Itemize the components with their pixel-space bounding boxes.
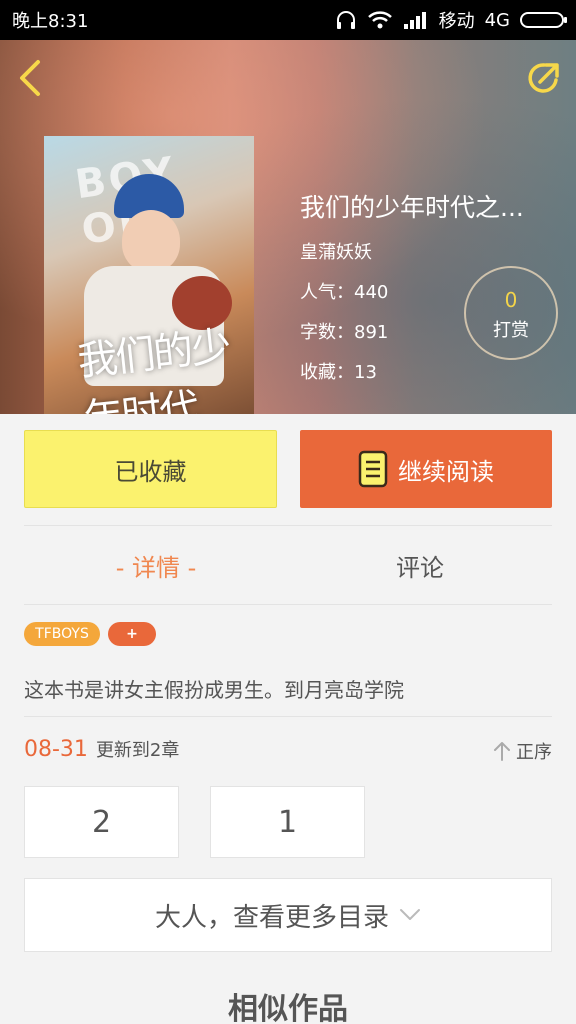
continue-reading-button[interactable]: 继续阅读 [300, 430, 552, 508]
chevron-down-icon [400, 909, 420, 920]
wifi-icon [367, 11, 392, 29]
add-tag-button[interactable]: + [108, 622, 156, 646]
signal-icon [403, 12, 426, 29]
tip-count: 0 [504, 288, 518, 312]
book-cover[interactable]: BOY OD 我们的少年时代 [44, 136, 254, 414]
back-arrow-icon[interactable] [14, 58, 48, 98]
book-description: 这本书是讲女主假扮成男生。到月亮岛学院 [24, 678, 404, 702]
chapter-button[interactable]: 1 [210, 786, 365, 858]
cover-title-art: 我们的少年时代 [75, 323, 232, 414]
status-time: 晚上8:31 [12, 11, 89, 32]
book-header: BOY OD 我们的少年时代 我们的少年时代之... 皇蒲妖妖 人气：440 字… [0, 40, 576, 414]
tip-label: 打赏 [493, 320, 529, 341]
divider [24, 716, 552, 717]
more-catalog-label: 大人，查看更多目录 [154, 902, 389, 933]
sort-order-label: 正序 [516, 742, 552, 763]
arrow-up-icon [494, 742, 510, 761]
book-author[interactable]: 皇蒲妖妖 [300, 238, 552, 264]
update-info: 08-31 更新到2章 [24, 736, 179, 762]
status-icons: 移动 4G [335, 7, 567, 33]
headphones-icon [336, 11, 355, 29]
chapter-button[interactable]: 2 [24, 786, 179, 858]
status-bar: 晚上8:31 移动 4G [0, 0, 576, 40]
update-date: 08-31 [24, 737, 88, 762]
more-catalog-button[interactable]: 大人，查看更多目录 [24, 878, 552, 952]
carrier-label: 移动 [438, 11, 475, 32]
sort-order-button[interactable]: 正序 [492, 738, 552, 764]
network-label: 4G [484, 9, 510, 31]
cover-face [122, 210, 180, 272]
tag-tfboys[interactable]: TFBOYS [24, 622, 100, 646]
favorited-button[interactable]: 已收藏 [24, 430, 277, 508]
similar-works-heading: 相似作品 [228, 992, 348, 1024]
battery-icon [520, 12, 567, 28]
tab-comment[interactable]: 评论 [288, 526, 552, 604]
tip-button[interactable]: 0 打赏 [464, 266, 558, 360]
share-icon[interactable] [524, 58, 564, 98]
update-text: 更新到2章 [95, 740, 180, 761]
book-title: 我们的少年时代之... [300, 193, 524, 222]
book-favorites: 收藏：13 [300, 362, 377, 383]
book-icon [358, 450, 388, 488]
tab-detail[interactable]: - 详情 - [24, 526, 288, 604]
continue-reading-label: 继续阅读 [398, 457, 494, 486]
divider [24, 604, 552, 605]
